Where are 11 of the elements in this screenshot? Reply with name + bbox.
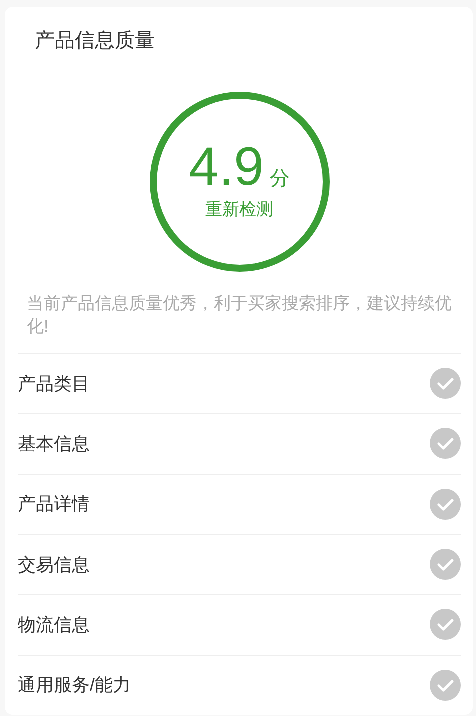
score-value: 4.9 [188,137,264,197]
quality-description: 当前产品信息质量优秀，利于买家搜索排序，建议持续优化! [27,293,453,338]
score-unit: 分 [270,167,290,192]
section-label: 物流信息 [18,614,90,637]
section-label: 产品类目 [18,372,90,396]
section-label: 基本信息 [18,432,90,456]
section-label: 通用服务/能力 [18,674,132,698]
section-label: 产品详情 [18,493,90,516]
card-title: 产品信息质量 [35,29,156,54]
section-label: 交易信息 [18,554,90,577]
recheck-link[interactable]: 重新检测 [206,199,274,221]
